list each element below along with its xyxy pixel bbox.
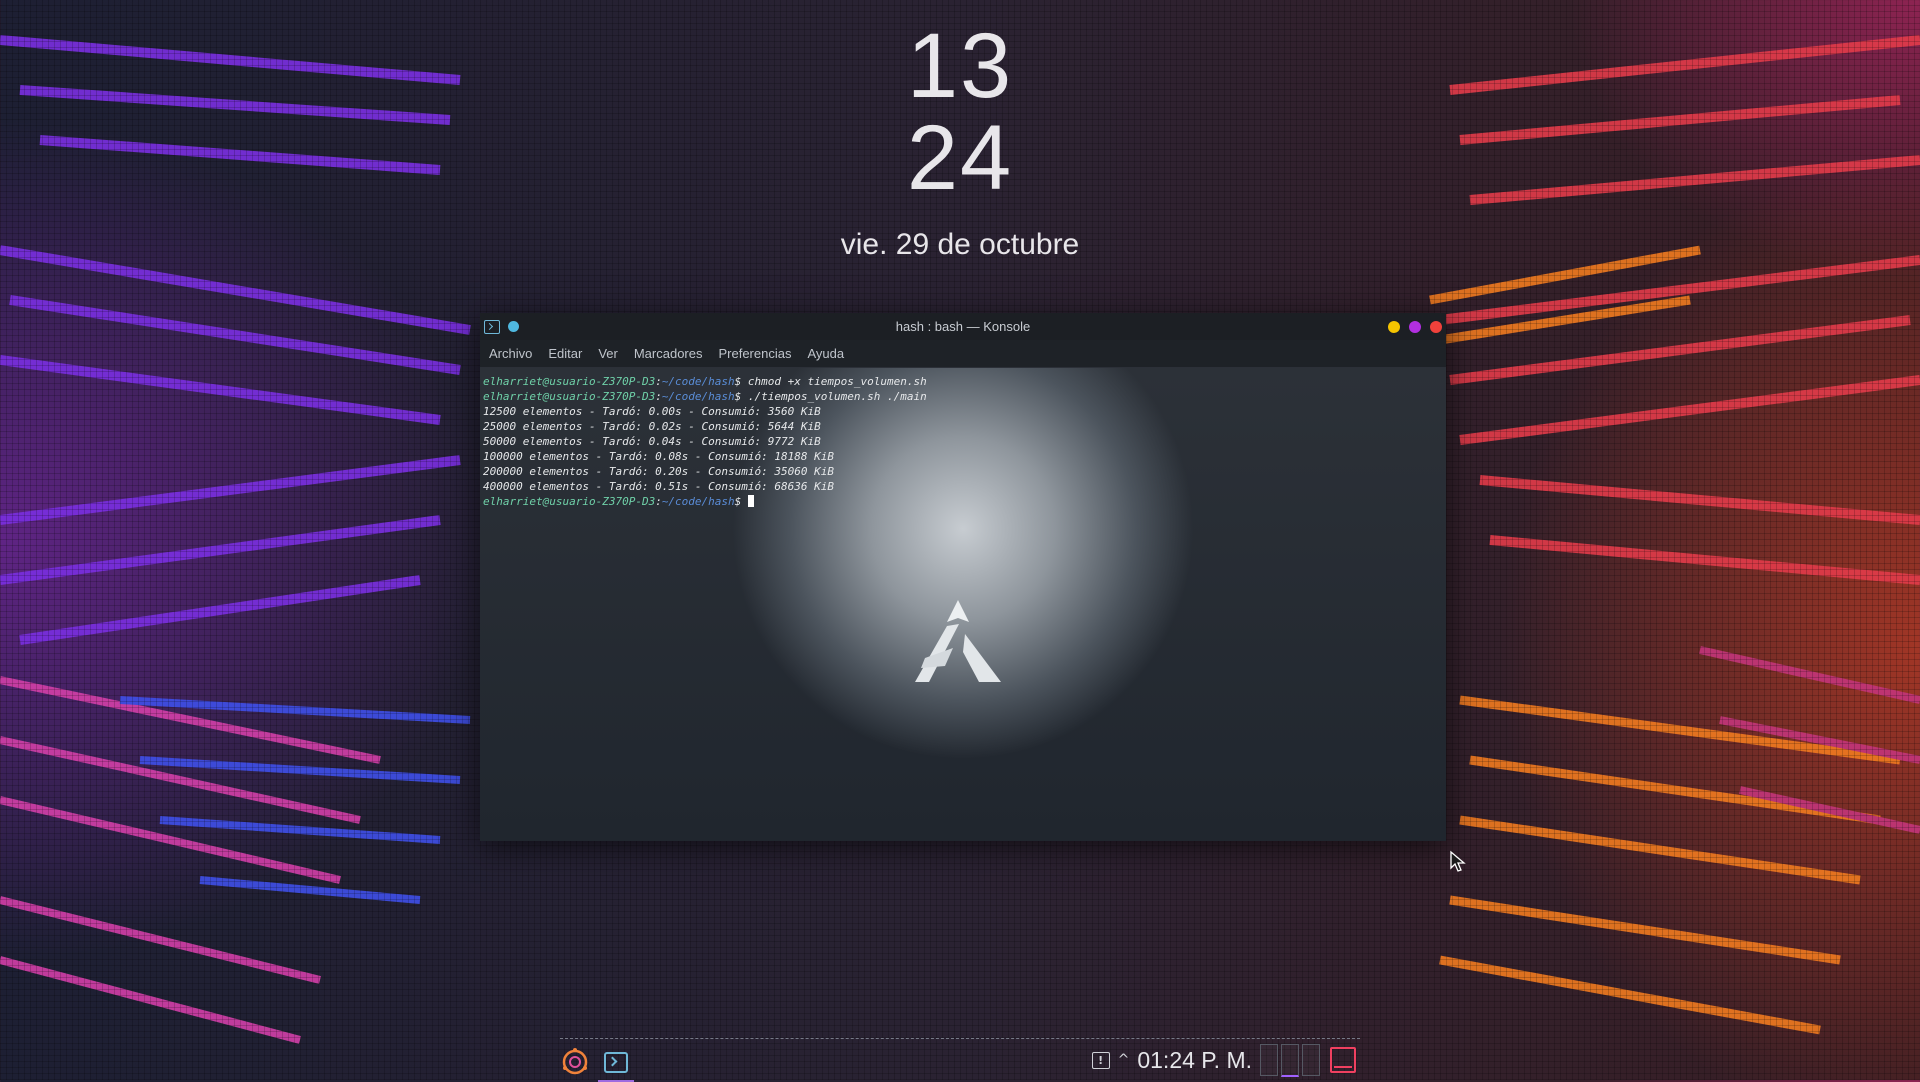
text-cursor bbox=[747, 495, 754, 507]
output-line: 100000 elementos - Tardó: 0.08s - Consum… bbox=[483, 450, 834, 463]
konsole-window[interactable]: hash : bash — Konsole Archivo Editar Ver… bbox=[480, 313, 1446, 841]
close-button[interactable] bbox=[1430, 321, 1442, 333]
clock-date: vie. 29 de octubre bbox=[840, 228, 1080, 261]
prompt-path: ~/code/hash bbox=[661, 495, 735, 508]
output-line: 12500 elementos - Tardó: 0.00s - Consumi… bbox=[483, 405, 821, 418]
pin-icon[interactable] bbox=[508, 321, 519, 332]
show-desktop-icon[interactable] bbox=[1330, 1047, 1356, 1073]
expand-arrow-icon[interactable]: ^ bbox=[1118, 1052, 1130, 1068]
terminal-area[interactable]: elharriet@usuario-Z370P-D3:~/code/hash$ … bbox=[480, 368, 1446, 841]
terminal-line: elharriet@usuario-Z370P-D3:~/code/hash$ … bbox=[483, 390, 927, 403]
taskbar-panel: ! ^ 01:24 P. M. bbox=[560, 1038, 1360, 1082]
terminal-line: elharriet@usuario-Z370P-D3:~/code/hash$ … bbox=[483, 375, 927, 388]
output-line: 50000 elementos - Tardó: 0.04s - Consumi… bbox=[483, 435, 821, 448]
menu-preferencias[interactable]: Preferencias bbox=[718, 346, 791, 361]
menubar: Archivo Editar Ver Marcadores Preferenci… bbox=[480, 340, 1446, 368]
output-line: 25000 elementos - Tardó: 0.02s - Consumi… bbox=[483, 420, 821, 433]
taskbar-clock[interactable]: 01:24 P. M. bbox=[1137, 1047, 1252, 1074]
terminal-line: elharriet@usuario-Z370P-D3:~/code/hash$ bbox=[483, 495, 754, 508]
window-buttons bbox=[1388, 321, 1442, 333]
taskbar-konsole-button[interactable] bbox=[598, 1044, 634, 1082]
menu-archivo[interactable]: Archivo bbox=[489, 346, 532, 361]
command-text: chmod +x tiempos_volumen.sh bbox=[747, 375, 927, 388]
system-tray: ! ^ 01:24 P. M. bbox=[1091, 1039, 1360, 1081]
output-line: 200000 elementos - Tardó: 0.20s - Consum… bbox=[483, 465, 834, 478]
command-text: ./tiempos_volumen.sh ./main bbox=[747, 390, 927, 403]
terminal-output: elharriet@usuario-Z370P-D3:~/code/hash$ … bbox=[483, 374, 927, 509]
maximize-button[interactable] bbox=[1409, 321, 1421, 333]
konsole-icon bbox=[604, 1051, 628, 1073]
clock-hour: 13 bbox=[906, 15, 1014, 117]
konsole-icon[interactable] bbox=[484, 319, 500, 334]
window-titlebar[interactable]: hash : bash — Konsole bbox=[480, 313, 1446, 340]
prompt-user: elharriet@usuario-Z370P-D3 bbox=[483, 495, 656, 508]
prompt-user: elharriet@usuario-Z370P-D3 bbox=[483, 375, 656, 388]
menu-editar[interactable]: Editar bbox=[548, 346, 582, 361]
menu-marcadores[interactable]: Marcadores bbox=[634, 346, 703, 361]
clock-minute: 24 bbox=[906, 107, 1014, 209]
prompt-path: ~/code/hash bbox=[661, 375, 735, 388]
menu-ver[interactable]: Ver bbox=[598, 346, 618, 361]
assassins-logo-icon bbox=[915, 600, 1001, 682]
launcher-icon[interactable] bbox=[560, 1047, 590, 1077]
window-title: hash : bash — Konsole bbox=[895, 319, 1031, 334]
notification-icon[interactable]: ! bbox=[1091, 1051, 1110, 1069]
output-line: 400000 elementos - Tardó: 0.51s - Consum… bbox=[483, 480, 834, 493]
desktop-1[interactable] bbox=[1260, 1043, 1278, 1076]
prompt-path: ~/code/hash bbox=[661, 390, 735, 403]
virtual-desktop-pager bbox=[1260, 1043, 1320, 1077]
desktop-2[interactable] bbox=[1281, 1043, 1299, 1077]
minimize-button[interactable] bbox=[1388, 321, 1400, 333]
mouse-cursor-icon bbox=[1450, 850, 1466, 872]
desktop-clock-widget: 13 24 vie. 29 de octubre bbox=[0, 20, 1920, 262]
menu-ayuda[interactable]: Ayuda bbox=[807, 346, 844, 361]
desktop-3[interactable] bbox=[1302, 1043, 1320, 1076]
prompt-user: elharriet@usuario-Z370P-D3 bbox=[483, 390, 656, 403]
